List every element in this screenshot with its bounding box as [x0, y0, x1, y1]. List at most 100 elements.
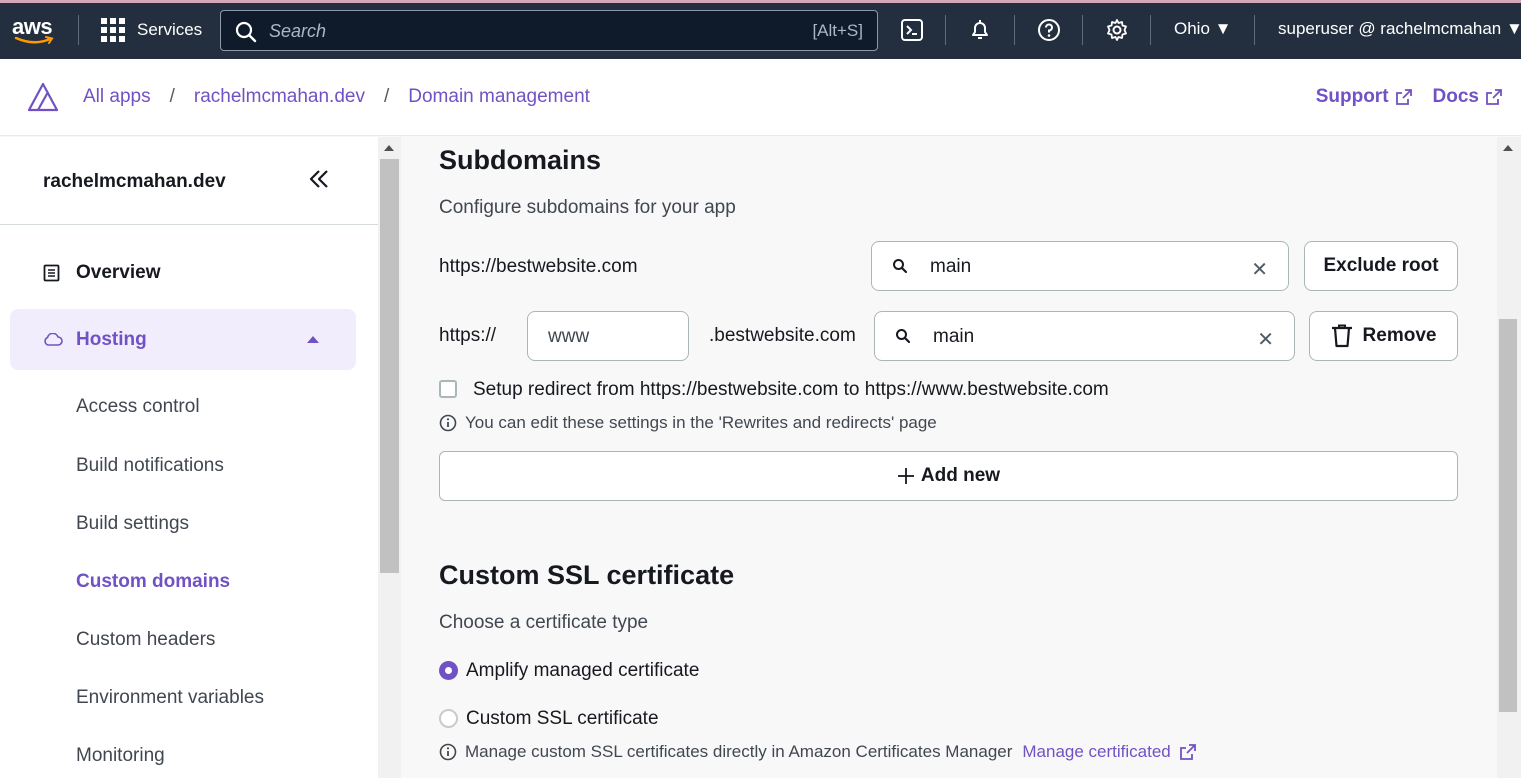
divider — [945, 15, 946, 45]
sidebar-item-access-control[interactable]: Access control — [76, 396, 200, 418]
exclude-root-label: Exclude root — [1323, 255, 1439, 276]
services-menu-button[interactable]: Services — [101, 18, 202, 42]
caret-up-icon — [307, 336, 319, 343]
docs-label: Docs — [1432, 86, 1479, 107]
scrollbar-thumb[interactable] — [380, 159, 399, 573]
remove-button[interactable]: Remove — [1309, 311, 1458, 361]
top-navigation-bar: aws Services Search [Alt+S] Ohio ▼ super… — [0, 0, 1521, 59]
clear-icon[interactable]: ✕ — [1251, 257, 1268, 282]
breadcrumb-current[interactable]: Domain management — [408, 86, 590, 108]
sidebar-item-overview[interactable]: Overview — [43, 262, 161, 284]
account-menu[interactable]: superuser @ rachelmcmahan ▼ — [1278, 19, 1521, 39]
region-selector[interactable]: Ohio ▼ — [1174, 19, 1231, 39]
cloud-icon — [44, 333, 63, 346]
clear-icon[interactable]: ✕ — [1257, 327, 1274, 352]
support-link[interactable]: Support — [1316, 86, 1413, 108]
services-label: Services — [137, 20, 203, 39]
search-shortcut: [Alt+S] — [812, 21, 863, 40]
breadcrumb-app[interactable]: rachelmcmahan.dev — [194, 86, 365, 108]
sidebar-app-name: rachelmcmahan.dev — [43, 171, 226, 192]
header-links: Support Docs — [1316, 86, 1503, 108]
breadcrumb: All apps / rachelmcmahan.dev / Domain ma… — [83, 86, 590, 108]
trash-icon — [1331, 324, 1352, 348]
root-branch-value: main — [930, 256, 972, 277]
divider — [1150, 15, 1151, 45]
main-content: Subdomains Configure subdomains for your… — [401, 137, 1497, 778]
sidebar-scrollbar[interactable] — [378, 137, 401, 778]
sidebar-item-build-settings[interactable]: Build settings — [76, 513, 189, 535]
docs-link[interactable]: Docs — [1433, 86, 1503, 108]
custom-certificate-radio[interactable] — [439, 709, 458, 728]
domain-suffix: .bestwebsite.com — [709, 325, 856, 346]
breadcrumb-bar: All apps / rachelmcmahan.dev / Domain ma… — [0, 59, 1521, 136]
sidebar-item-hosting[interactable]: Hosting — [10, 309, 356, 370]
top-accent-line — [0, 0, 1521, 3]
info-icon — [439, 743, 457, 761]
breadcrumb-separator: / — [383, 86, 390, 107]
breadcrumb-separator: / — [169, 86, 175, 107]
ssl-info: Manage custom SSL certificates directly … — [439, 742, 1197, 762]
ssl-heading: Custom SSL certificate — [439, 560, 735, 590]
bell-icon[interactable] — [968, 18, 992, 42]
subdomains-heading: Subdomains — [439, 145, 602, 175]
redirect-label: Setup redirect from https://bestwebsite.… — [473, 379, 1109, 400]
redirect-info: You can edit these settings in the 'Rewr… — [439, 413, 937, 433]
breadcrumb-all-apps[interactable]: All apps — [83, 86, 151, 108]
support-label: Support — [1315, 86, 1389, 107]
subdomain-branch-select[interactable]: main ✕ — [874, 311, 1295, 361]
remove-label: Remove — [1362, 325, 1437, 346]
sidebar-item-custom-headers[interactable]: Custom headers — [76, 629, 215, 651]
external-link-icon — [1486, 89, 1502, 105]
info-icon — [439, 414, 457, 432]
scroll-up-arrow-icon[interactable] — [1503, 145, 1513, 151]
document-icon — [43, 264, 60, 282]
sidebar-item-label: Overview — [76, 262, 161, 283]
aws-smile-icon — [14, 36, 54, 44]
add-new-label: Add new — [920, 465, 1001, 486]
divider — [1254, 15, 1255, 45]
subdomains-description: Configure subdomains for your app — [439, 197, 736, 218]
managed-certificate-radio[interactable] — [439, 661, 458, 680]
main-scrollbar[interactable] — [1497, 137, 1521, 778]
sidebar-item-environment-variables[interactable]: Environment variables — [76, 687, 264, 709]
ssl-info-text: Manage custom SSL certificates directly … — [465, 742, 1013, 761]
external-link-icon — [1179, 744, 1196, 760]
redirect-info-text: You can edit these settings in the 'Rewr… — [465, 413, 937, 432]
sidebar-divider — [0, 224, 378, 225]
subdomain-prefix: https:// — [439, 325, 497, 346]
sidebar-item-build-notifications[interactable]: Build notifications — [76, 455, 224, 477]
cloudshell-icon[interactable] — [900, 18, 924, 42]
search-icon — [893, 259, 908, 274]
redirect-checkbox[interactable] — [439, 380, 457, 398]
root-domain-url: https://bestwebsite.com — [439, 256, 638, 277]
aws-logo[interactable]: aws — [12, 14, 58, 46]
add-new-button[interactable]: Add new — [439, 451, 1458, 501]
subdomain-branch-value: main — [933, 326, 975, 347]
custom-certificate-label: Custom SSL certificate — [466, 708, 659, 729]
manage-certificates-link[interactable]: Manage certificated — [1022, 742, 1170, 762]
exclude-root-button[interactable]: Exclude root — [1304, 241, 1458, 291]
subdomain-value: www — [548, 326, 590, 347]
sidebar-item-monitoring[interactable]: Monitoring — [76, 745, 165, 767]
search-input[interactable]: Search [Alt+S] — [220, 10, 878, 51]
managed-certificate-label: Amplify managed certificate — [466, 660, 700, 681]
collapse-sidebar-icon[interactable] — [307, 167, 331, 191]
amplify-logo-icon[interactable] — [27, 82, 59, 112]
sidebar-item-custom-domains[interactable]: Custom domains — [76, 571, 230, 593]
root-branch-select[interactable]: main ✕ — [871, 241, 1289, 291]
ssl-description: Choose a certificate type — [439, 612, 649, 633]
divider — [1082, 15, 1083, 45]
gear-icon[interactable] — [1105, 18, 1129, 42]
external-link-icon — [1395, 89, 1412, 105]
plus-icon — [897, 468, 914, 484]
scroll-up-arrow-icon[interactable] — [384, 145, 394, 151]
search-icon — [896, 329, 911, 344]
grid-icon — [101, 18, 125, 42]
scrollbar-thumb[interactable] — [1499, 319, 1517, 712]
search-icon — [235, 21, 257, 43]
subdomain-input[interactable]: www — [527, 311, 689, 361]
sidebar: rachelmcmahan.dev Overview Hosting Acces… — [0, 137, 378, 778]
sidebar-item-label: Hosting — [76, 329, 147, 350]
help-icon[interactable] — [1037, 18, 1061, 42]
divider — [78, 15, 79, 45]
